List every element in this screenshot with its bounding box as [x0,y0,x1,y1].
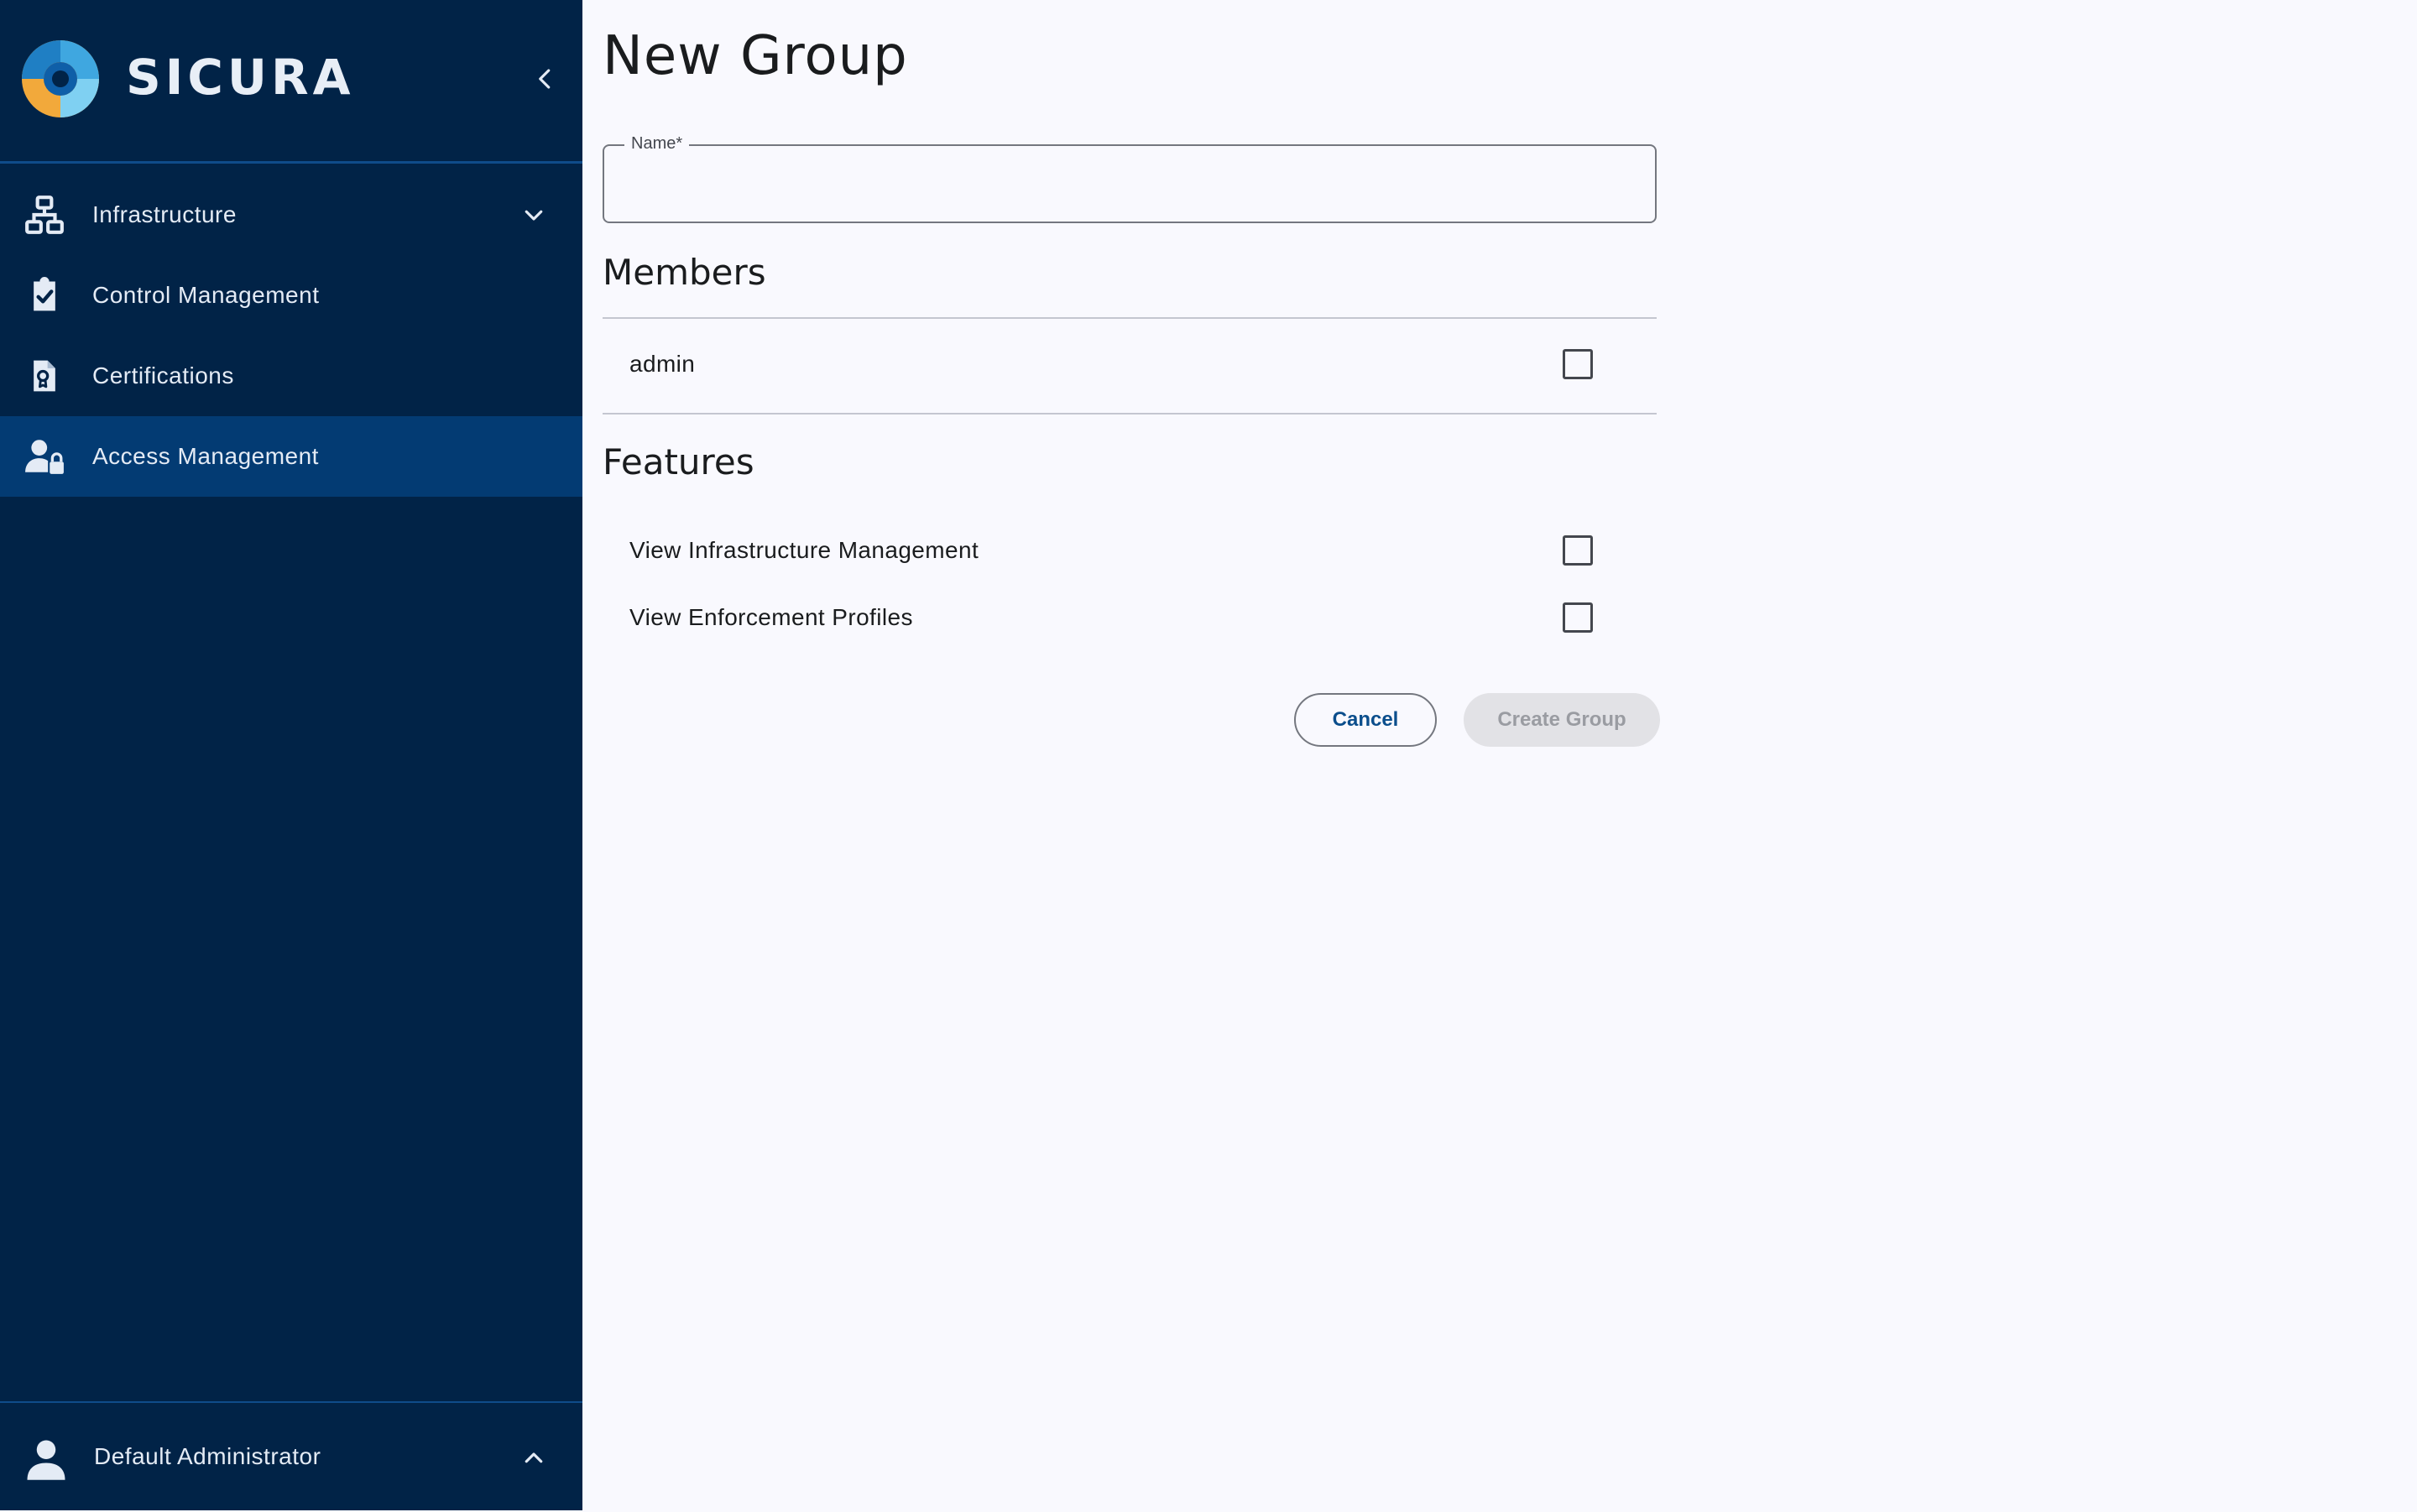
member-label: admin [629,351,696,377]
brand-name: SICURA [126,49,355,106]
certificate-document-icon [23,355,65,397]
sidebar-item-label: Access Management [92,443,319,469]
name-input[interactable] [624,163,1635,206]
collapse-sidebar-button[interactable] [525,59,566,99]
page-title: New Group [603,25,908,87]
members-divider-top [603,317,1657,319]
person-icon [27,1440,65,1480]
sidebar-item-label: Certifications [92,362,234,388]
feature-checkbox-view-enforcement-profiles[interactable] [1563,602,1593,633]
create-group-button[interactable]: Create Group [1464,693,1660,747]
sidebar-footer: Default Administrator [0,1401,582,1512]
network-icon [23,194,65,236]
main-content: New Group Name* Members admin Features V… [582,0,2417,1510]
sidebar-header: SICURA [0,0,582,164]
user-name: Default Administrator [94,1443,321,1469]
feature-label: View Infrastructure Management [629,537,979,563]
chevron-down-icon[interactable] [514,195,554,235]
sidebar: SICURA Infrastructure Control Management… [0,0,582,1510]
sidebar-item-certifications[interactable]: Certifications [0,336,582,416]
feature-label: View Enforcement Profiles [629,604,913,630]
sidebar-item-access-management[interactable]: Access Management [0,416,582,497]
clipboard-check-icon [23,274,65,316]
feature-row-view-enforcement-profiles: View Enforcement Profiles [603,586,1657,651]
features-section-title: Features [603,441,754,482]
sidebar-item-infrastructure[interactable]: Infrastructure [0,175,582,255]
cancel-button[interactable]: Cancel [1294,693,1437,747]
members-section-title: Members [603,252,766,293]
name-field-label: Name* [624,134,690,154]
chevron-up-icon[interactable] [514,1438,554,1478]
chevron-left-icon [539,69,551,89]
members-divider-bottom [603,413,1657,414]
member-row-admin: admin [603,332,1657,398]
sidebar-item-label: Infrastructure [92,201,237,227]
sicura-logo-icon [22,40,99,117]
feature-checkbox-view-infrastructure-management[interactable] [1563,535,1593,566]
feature-row-view-infrastructure-management: View Infrastructure Management [603,519,1657,584]
member-checkbox-admin[interactable] [1563,349,1593,379]
user-lock-icon [23,435,65,477]
user-menu-button[interactable]: Default Administrator [0,1403,582,1512]
sidebar-item-control-management[interactable]: Control Management [0,255,582,336]
sidebar-item-label: Control Management [92,282,320,308]
name-field[interactable]: Name* [603,134,1657,223]
